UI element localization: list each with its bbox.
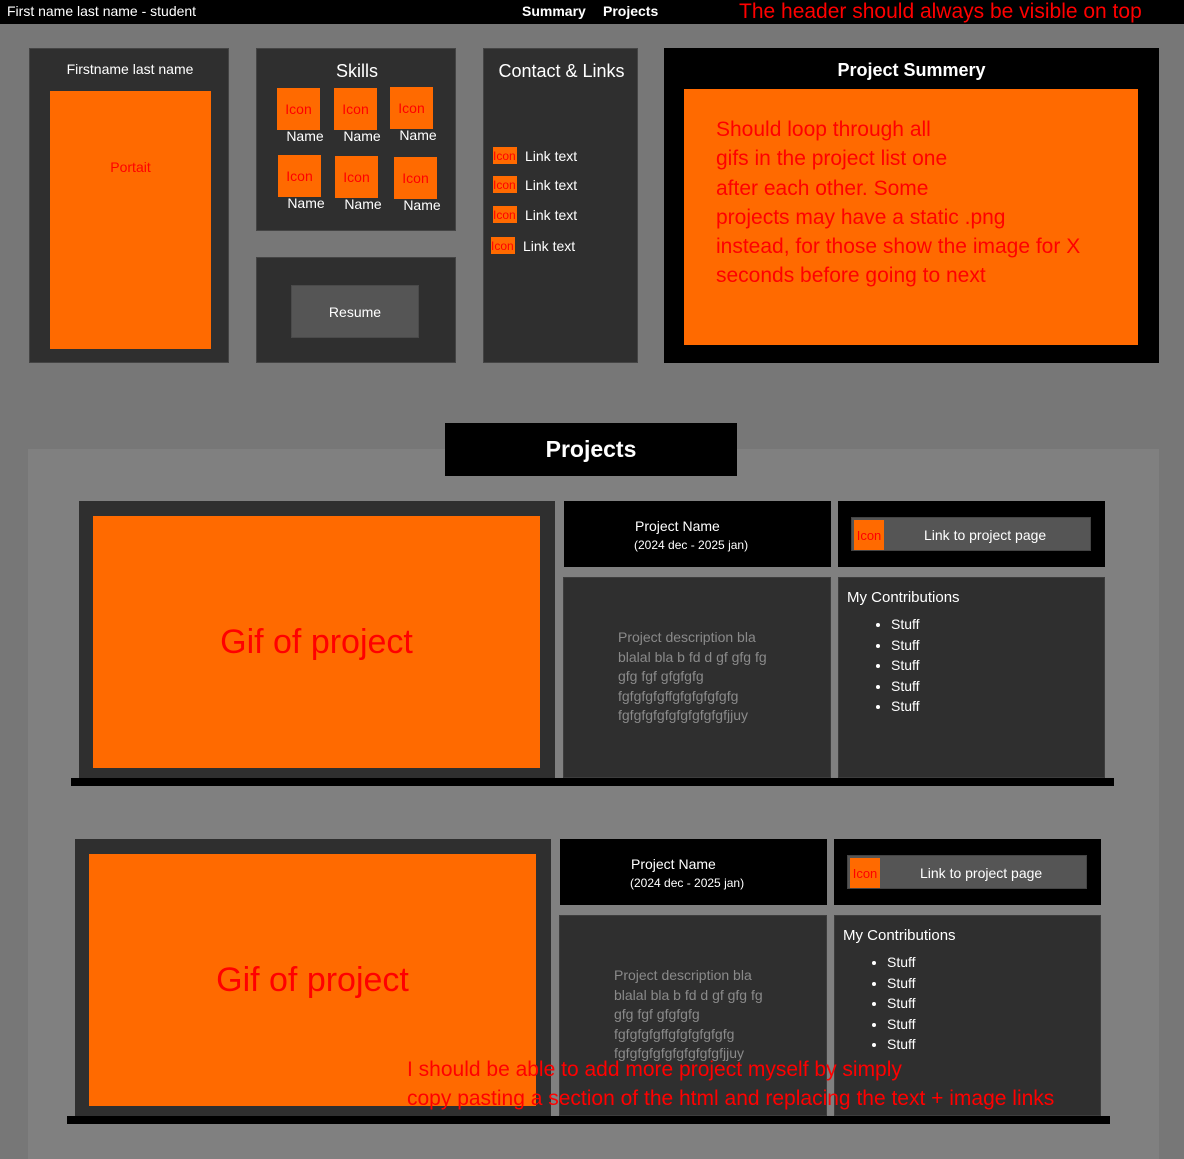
project-summary-slideshow: Should loop through all gifs in the proj… (684, 89, 1138, 345)
project-link-icon: Icon (850, 858, 880, 888)
project-name: Project Name (631, 856, 716, 872)
project-dates: (2024 dec - 2025 jan) (630, 876, 745, 890)
contribution-item: Stuff (887, 952, 916, 973)
portrait-label: Portait (110, 159, 151, 175)
description-line: Project description bla (618, 629, 756, 645)
contribution-item: Stuff (891, 635, 920, 656)
contribution-item: Stuff (887, 973, 916, 994)
contact-link[interactable]: Icon Link text (493, 176, 577, 193)
skill-name: Name (286, 128, 324, 144)
project-contributions-box: My Contributions Stuff Stuff Stuff Stuff… (838, 577, 1105, 778)
skill-name: Name (403, 197, 441, 213)
project-link-box: Icon Link to project page (838, 501, 1105, 567)
resume-button[interactable]: Resume (291, 285, 419, 338)
summary-line: seconds before going to next (716, 264, 986, 288)
project-name: Project Name (635, 518, 720, 534)
summary-line: Should loop through all (716, 118, 931, 141)
contribution-item: Stuff (891, 655, 920, 676)
annotation-line: I should be able to add more project mys… (407, 1058, 902, 1081)
project-link-text[interactable]: Link to project page (920, 865, 1042, 881)
skill-icon: Icon (334, 88, 377, 130)
contribution-item: Stuff (891, 614, 920, 635)
description-line: fgfgfgfgfgfgfgfgfgfjjuy (618, 707, 748, 723)
description-line: gfg fgf gfgfgfg (614, 1006, 700, 1022)
contribution-item: Stuff (891, 696, 920, 717)
link-icon: Icon (493, 147, 517, 164)
contribution-item: Stuff (887, 1034, 916, 1055)
site-title: First name last name - student (7, 3, 197, 19)
summary-line: after each other. Some (716, 176, 929, 200)
summary-line: instead, for those show the image for X (716, 235, 1081, 259)
skill-name: Name (343, 128, 381, 144)
project-divider (67, 1116, 1110, 1124)
portrait-image: Portait (50, 91, 211, 349)
project-summary-title: Project Summery (837, 60, 986, 80)
skill-icon: Icon (390, 87, 433, 129)
description-line: blalal bla b fd d gf gfg fg (618, 648, 767, 665)
skill-name: Name (287, 195, 325, 211)
project-link-button[interactable]: Icon Link to project page (847, 855, 1087, 889)
contribution-item: Stuff (887, 1014, 916, 1035)
summary-line: gifs in the project list one (716, 147, 948, 171)
contribution-item: Stuff (887, 993, 916, 1014)
contact-title: Contact & Links (498, 61, 625, 81)
nav-summary[interactable]: Summary (522, 3, 586, 19)
contact-link[interactable]: Icon Link text (493, 206, 577, 223)
contributions-title: My Contributions (843, 927, 956, 944)
project-link-text[interactable]: Link to project page (924, 527, 1046, 543)
project-dates: (2024 dec - 2025 jan) (634, 538, 749, 552)
skill-name: Name (344, 196, 382, 212)
contribution-item: Stuff (891, 676, 920, 697)
link-text[interactable]: Link text (525, 207, 577, 223)
contributions-title: My Contributions (847, 589, 960, 606)
link-text[interactable]: Link text (523, 238, 575, 254)
description-line: blalal bla b fd d gf gfg fg (614, 986, 763, 1003)
project-gif: Gif of project (93, 516, 540, 768)
link-icon: Icon (491, 237, 515, 254)
project-link-icon: Icon (854, 520, 884, 550)
skill-icon: Icon (277, 88, 320, 130)
skill-icon: Icon (335, 156, 378, 198)
project-description-box: Project description bla blalal bla b fd … (563, 577, 831, 778)
annotation-line: copy pasting a section of the html and r… (407, 1087, 1055, 1110)
project-link-button[interactable]: Icon Link to project page (851, 517, 1091, 551)
link-text[interactable]: Link text (525, 148, 577, 164)
profile-name: Firstname last name (66, 61, 194, 77)
project-link-box: Icon Link to project page (834, 839, 1101, 905)
skill-icon: Icon (394, 157, 437, 199)
skill-icon: Icon (278, 155, 321, 197)
link-text[interactable]: Link text (525, 177, 577, 193)
contact-link[interactable]: Icon Link text (493, 147, 577, 164)
description-line: fgfgfgfgffgfgfgfgfgfg (618, 687, 739, 704)
projects-title: Projects (445, 423, 737, 476)
project-name-box: Project Name (2024 dec - 2025 jan) (560, 839, 827, 905)
description-line: gfg fgf gfgfgfg (618, 668, 704, 684)
project-gif-frame: Gif of project (79, 501, 555, 778)
project-summary-card: Project Summery Should loop through all … (664, 48, 1159, 363)
header: First name last name - student Summary P… (0, 0, 1184, 24)
description-line: fgfgfgfgffgfgfgfgfgfg (614, 1025, 735, 1042)
profile-card: Firstname last name Portait (29, 48, 229, 363)
projects-annotation: I should be able to add more project mys… (407, 1055, 1054, 1113)
link-icon: Icon (493, 206, 517, 223)
project-divider (71, 778, 1114, 786)
description-line: Project description bla (614, 967, 752, 983)
nav-projects[interactable]: Projects (603, 3, 658, 19)
summary-line: projects may have a static .png (716, 205, 1006, 229)
contact-link[interactable]: Icon Link text (491, 237, 575, 254)
skill-name: Name (399, 127, 437, 143)
project-name-box: Project Name (2024 dec - 2025 jan) (564, 501, 831, 567)
skills-title: Skills (335, 61, 378, 81)
link-icon: Icon (493, 176, 517, 193)
header-annotation: The header should always be visible on t… (739, 0, 1142, 23)
